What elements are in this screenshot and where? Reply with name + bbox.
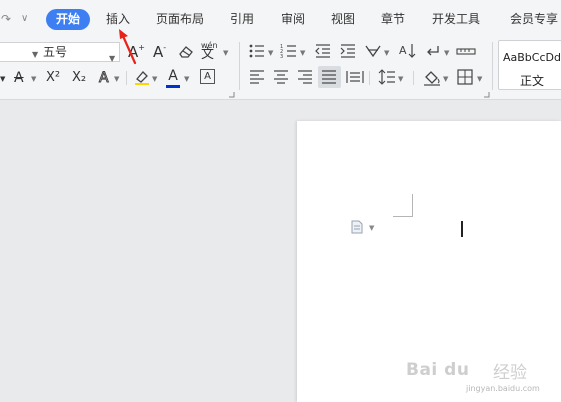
distributed-align-button[interactable] [346, 68, 364, 88]
page-margin-corner-mark [393, 194, 413, 217]
paragraph-group-launcher-icon[interactable] [484, 92, 490, 98]
chevron-down-icon[interactable]: ▼ [152, 75, 157, 83]
style-sample-text: AaBbCcDd [503, 51, 561, 64]
text-effect-icon[interactable]: A [99, 68, 110, 88]
svg-text:A: A [399, 44, 407, 57]
align-right-icon [298, 70, 312, 84]
watermark-text: 经验 [493, 363, 527, 383]
ribbon-toolbar: ▼ 五号 ▼ A+ A- wén 文 ▼ ▼ A ▼ X² X₂ A ▼ ▼ A… [0, 38, 561, 100]
char-border-icon: A [204, 71, 211, 82]
show-marks-button[interactable] [424, 42, 442, 62]
menu-bar: ↷ ∨ 开始 插入 页面布局 引用 审阅 视图 章节 开发工具 会员专享 [0, 0, 561, 38]
style-name-label: 正文 [520, 74, 545, 88]
tab-chapter[interactable]: 章节 [381, 9, 405, 30]
tab-references[interactable]: 引用 [230, 9, 254, 30]
char-border-button[interactable]: A [200, 69, 215, 84]
divider [492, 42, 493, 90]
superscript-icon: X² [46, 70, 61, 85]
style-gallery-normal[interactable]: AaBbCcDd 正文 [498, 40, 561, 90]
paragraph-layout-icon[interactable] [350, 220, 364, 234]
subscript-icon: X₂ [72, 70, 87, 85]
bullet-list-icon [249, 44, 264, 58]
strikethrough-icon[interactable]: A [14, 68, 24, 88]
justify-icon [322, 70, 336, 84]
line-spacing-icon [378, 69, 395, 85]
numbered-list-button[interactable]: 1 2 3 [280, 42, 298, 62]
chevron-down-icon[interactable]: ▼ [32, 50, 38, 59]
chevron-down-icon[interactable]: ▼ [444, 49, 449, 57]
divider [239, 42, 240, 90]
highlighter-icon [135, 71, 149, 85]
font-color-icon: A [168, 68, 178, 84]
highlight-button[interactable] [133, 68, 151, 88]
watermark-logo: Bai du [406, 360, 470, 380]
chevron-down-icon[interactable]: ▼ [477, 75, 482, 83]
quick-access-more-icon[interactable]: ∨ [21, 12, 28, 26]
subscript-button[interactable]: X₂ [72, 68, 86, 88]
align-left-icon [250, 70, 264, 84]
tab-developer-tools[interactable]: 开发工具 [432, 9, 480, 30]
align-right-button[interactable] [296, 68, 314, 88]
sort-button[interactable]: A [398, 42, 416, 62]
align-center-button[interactable] [272, 68, 290, 88]
increase-indent-icon [340, 44, 355, 58]
font-color-bar [166, 85, 180, 88]
numbered-list-icon: 1 2 3 [280, 44, 296, 60]
tab-page-layout[interactable]: 页面布局 [156, 9, 204, 30]
increase-indent-button[interactable] [339, 42, 357, 62]
annotation-arrow [119, 29, 137, 65]
chinese-layout-button[interactable] [364, 42, 382, 62]
tab-member-exclusive[interactable]: 会员专享 [510, 9, 558, 30]
chevron-down-icon[interactable]: ▼ [300, 49, 305, 57]
shrink-font-icon: A [153, 43, 164, 61]
chinese-layout-icon [365, 45, 381, 58]
align-center-icon [274, 70, 288, 84]
divider [413, 71, 414, 85]
distributed-align-icon [346, 71, 364, 83]
font-color-button[interactable]: A [166, 66, 180, 88]
chevron-down-icon[interactable]: ▼ [443, 75, 448, 83]
font-name-combobox[interactable]: ▼ [0, 42, 40, 62]
shrink-font-button[interactable]: A- [153, 42, 166, 62]
chevron-down-icon[interactable]: ▼ [369, 224, 374, 232]
line-spacing-button[interactable] [378, 68, 396, 88]
ruler-icon [456, 48, 476, 55]
eraser-icon [179, 46, 193, 58]
font-group-launcher-icon[interactable] [229, 92, 235, 98]
borders-button[interactable] [456, 68, 474, 88]
justify-button[interactable] [318, 66, 341, 88]
borders-icon [457, 69, 473, 85]
phonetic-char-icon: 文 [201, 47, 214, 62]
tab-home[interactable]: 开始 [46, 9, 91, 30]
chevron-down-icon[interactable]: ▼ [109, 50, 115, 68]
clear-format-button[interactable] [177, 43, 195, 63]
chevron-down-icon[interactable]: ▼ [184, 75, 189, 83]
decrease-indent-button[interactable] [314, 42, 332, 62]
divider [369, 71, 370, 85]
chevron-down-icon[interactable]: ▼ [223, 49, 228, 57]
paint-bucket-icon [424, 71, 440, 86]
chevron-down-icon[interactable]: ▼ [384, 49, 389, 57]
font-size-value: 五号 [43, 45, 68, 59]
text-cursor [461, 221, 463, 237]
sort-icon: A [399, 44, 416, 58]
font-size-combobox[interactable]: 五号 ▼ [40, 42, 120, 63]
redo-icon[interactable]: ↷ [1, 12, 11, 26]
chevron-down-icon[interactable]: ▼ [114, 75, 119, 83]
tab-ruler-button[interactable] [456, 42, 476, 62]
bullet-list-button[interactable] [248, 42, 266, 62]
divider [126, 71, 127, 85]
decrease-indent-icon [315, 44, 330, 58]
tab-review[interactable]: 审阅 [281, 9, 305, 30]
chevron-down-icon[interactable]: ▼ [268, 49, 273, 57]
chevron-down-icon[interactable]: ▼ [398, 75, 403, 83]
superscript-button[interactable]: X² [46, 68, 60, 88]
align-left-button[interactable] [248, 68, 266, 88]
chevron-down-icon[interactable]: ▼ [31, 75, 36, 83]
tab-view[interactable]: 视图 [331, 9, 355, 30]
paragraph-mark-icon [427, 46, 439, 56]
shading-button[interactable] [422, 68, 442, 88]
watermark-url: jingyan.baidu.com [466, 384, 540, 393]
svg-text:3: 3 [280, 54, 283, 60]
